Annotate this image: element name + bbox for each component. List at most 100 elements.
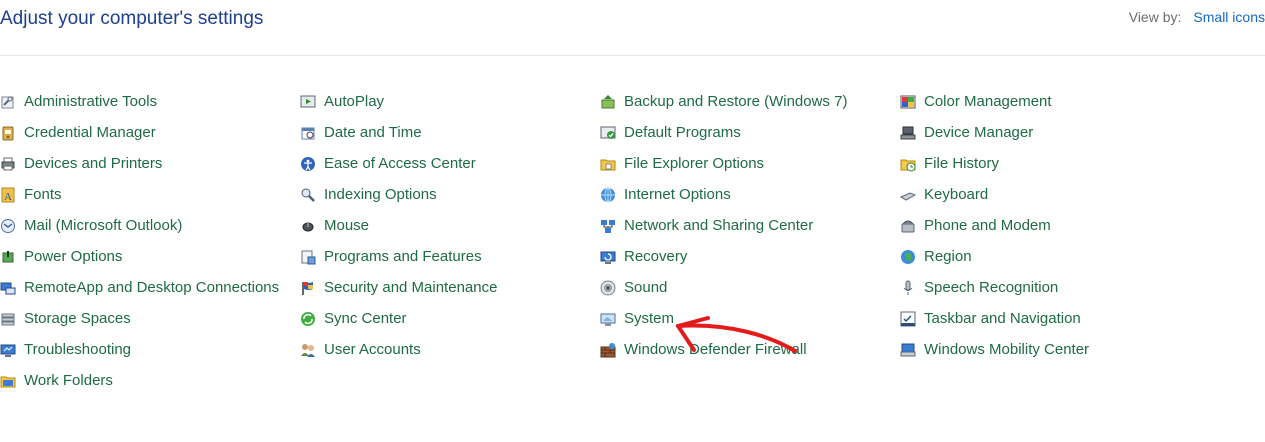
control-panel-item-network-and-sharing-center[interactable]: Network and Sharing Center	[600, 210, 847, 241]
item-label: Work Folders	[24, 372, 113, 389]
control-panel-item-user-accounts[interactable]: User Accounts	[300, 334, 497, 365]
device-manager-icon	[900, 125, 916, 141]
control-panel-item-phone-and-modem[interactable]: Phone and Modem	[900, 210, 1089, 241]
column-1: Administrative Tools Credential Manager De…	[0, 86, 279, 396]
control-panel-item-fonts[interactable]: A Fonts	[0, 179, 279, 210]
item-label: Sound	[624, 279, 668, 296]
control-panel-item-backup-and-restore-windows-7[interactable]: Backup and Restore (Windows 7)	[600, 86, 847, 117]
keyboard-icon	[900, 187, 916, 203]
control-panel-item-color-management[interactable]: Color Management	[900, 86, 1089, 117]
backup-icon	[600, 94, 616, 110]
file-history-icon	[900, 156, 916, 172]
troubleshooting-icon	[0, 342, 16, 358]
view-by-label: View by:	[1128, 9, 1182, 25]
internet-options-icon	[600, 187, 616, 203]
control-panel-item-internet-options[interactable]: Internet Options	[600, 179, 847, 210]
control-panel-item-file-explorer-options[interactable]: File Explorer Options	[600, 148, 847, 179]
item-label: Taskbar and Navigation	[924, 310, 1081, 327]
control-panel-item-work-folders[interactable]: Work Folders	[0, 365, 279, 396]
item-label: Date and Time	[324, 124, 422, 141]
control-panel-item-windows-defender-firewall[interactable]: Windows Defender Firewall	[600, 334, 847, 365]
item-label: Storage Spaces	[24, 310, 131, 327]
control-panel-item-troubleshooting[interactable]: Troubleshooting	[0, 334, 279, 365]
item-label: Mouse	[324, 217, 370, 234]
control-panel-item-speech-recognition[interactable]: Speech Recognition	[900, 272, 1089, 303]
control-panel-item-file-history[interactable]: File History	[900, 148, 1089, 179]
control-panel-item-date-and-time[interactable]: Date and Time	[300, 117, 497, 148]
item-label: System	[624, 310, 675, 327]
item-label: Mail (Microsoft Outlook)	[24, 217, 183, 234]
color-management-icon	[900, 94, 916, 110]
printer-icon	[0, 156, 16, 172]
work-folders-icon	[0, 373, 16, 389]
item-label: Ease of Access Center	[324, 155, 476, 172]
item-label: Internet Options	[624, 186, 731, 203]
credential-manager-icon	[0, 125, 16, 141]
control-panel-item-ease-of-access-center[interactable]: Ease of Access Center	[300, 148, 497, 179]
item-label: Programs and Features	[324, 248, 482, 265]
item-label: Keyboard	[924, 186, 989, 203]
control-panel-item-storage-spaces[interactable]: Storage Spaces	[0, 303, 279, 334]
folder-options-icon	[600, 156, 616, 172]
recovery-icon	[600, 249, 616, 265]
view-by-dropdown[interactable]: Small icons	[1193, 9, 1265, 25]
item-label: File Explorer Options	[624, 155, 765, 172]
storage-spaces-icon	[0, 311, 16, 327]
control-panel-item-security-and-maintenance[interactable]: Security and Maintenance	[300, 272, 497, 303]
header-bar: Adjust your computer's settings View by:…	[0, 0, 1265, 56]
item-label: Security and Maintenance	[324, 279, 498, 296]
fonts-icon: A	[0, 187, 16, 203]
programs-features-icon	[300, 249, 316, 265]
item-label: Credential Manager	[24, 124, 156, 141]
control-panel-item-sound[interactable]: Sound	[600, 272, 847, 303]
control-panel-item-programs-and-features[interactable]: Programs and Features	[300, 241, 497, 272]
item-label: Administrative Tools	[24, 93, 158, 110]
item-label: Fonts	[24, 186, 62, 203]
control-panel-item-windows-mobility-center[interactable]: Windows Mobility Center	[900, 334, 1089, 365]
item-label: Backup and Restore (Windows 7)	[624, 93, 848, 110]
system-icon	[600, 311, 616, 327]
page-title: Adjust your computer's settings	[0, 8, 264, 29]
control-panel-item-mouse[interactable]: Mouse	[300, 210, 497, 241]
item-label: Sync Center	[324, 310, 407, 327]
control-panel-item-keyboard[interactable]: Keyboard	[900, 179, 1089, 210]
control-panel-item-taskbar-and-navigation[interactable]: Taskbar and Navigation	[900, 303, 1089, 334]
date-time-icon	[300, 125, 316, 141]
control-panel-item-system[interactable]: System	[600, 303, 847, 334]
firewall-icon	[600, 342, 616, 358]
column-4: Color Management Device Manager File Histo…	[900, 86, 1089, 365]
control-panel-item-default-programs[interactable]: Default Programs	[600, 117, 847, 148]
control-panel-item-autoplay[interactable]: AutoPlay	[300, 86, 497, 117]
region-globe-icon	[900, 249, 916, 265]
administrative-tools-icon	[0, 94, 16, 110]
control-panel-item-credential-manager[interactable]: Credential Manager	[0, 117, 279, 148]
item-label: Troubleshooting	[24, 341, 132, 358]
control-panel-item-devices-and-printers[interactable]: Devices and Printers	[0, 148, 279, 179]
item-label: Indexing Options	[324, 186, 437, 203]
column-3: Backup and Restore (Windows 7) Default Pr…	[600, 86, 847, 365]
item-label: Default Programs	[624, 124, 741, 141]
svg-text:A: A	[4, 191, 12, 203]
network-icon	[600, 218, 616, 234]
control-panel-item-recovery[interactable]: Recovery	[600, 241, 847, 272]
mouse-icon	[300, 218, 316, 234]
remote-desktop-icon	[0, 280, 16, 296]
control-panel-item-region[interactable]: Region	[900, 241, 1089, 272]
mobility-center-icon	[900, 342, 916, 358]
item-label: User Accounts	[324, 341, 421, 358]
item-label: Power Options	[24, 248, 123, 265]
item-label: Windows Mobility Center	[924, 341, 1090, 358]
power-options-icon	[0, 249, 16, 265]
control-panel-item-device-manager[interactable]: Device Manager	[900, 117, 1089, 148]
default-programs-icon	[600, 125, 616, 141]
control-panel-item-remoteapp-and-desktop-connections[interactable]: RemoteApp and Desktop Connections	[0, 272, 279, 303]
control-panel-item-sync-center[interactable]: Sync Center	[300, 303, 497, 334]
item-label: AutoPlay	[324, 93, 385, 110]
item-label: Speech Recognition	[924, 279, 1059, 296]
control-panel-item-indexing-options[interactable]: Indexing Options	[300, 179, 497, 210]
control-panel-item-power-options[interactable]: Power Options	[0, 241, 279, 272]
phone-modem-icon	[900, 218, 916, 234]
item-label: Devices and Printers	[24, 155, 163, 172]
control-panel-item-administrative-tools[interactable]: Administrative Tools	[0, 86, 279, 117]
control-panel-item-mail-microsoft-outlook[interactable]: Mail (Microsoft Outlook)	[0, 210, 279, 241]
